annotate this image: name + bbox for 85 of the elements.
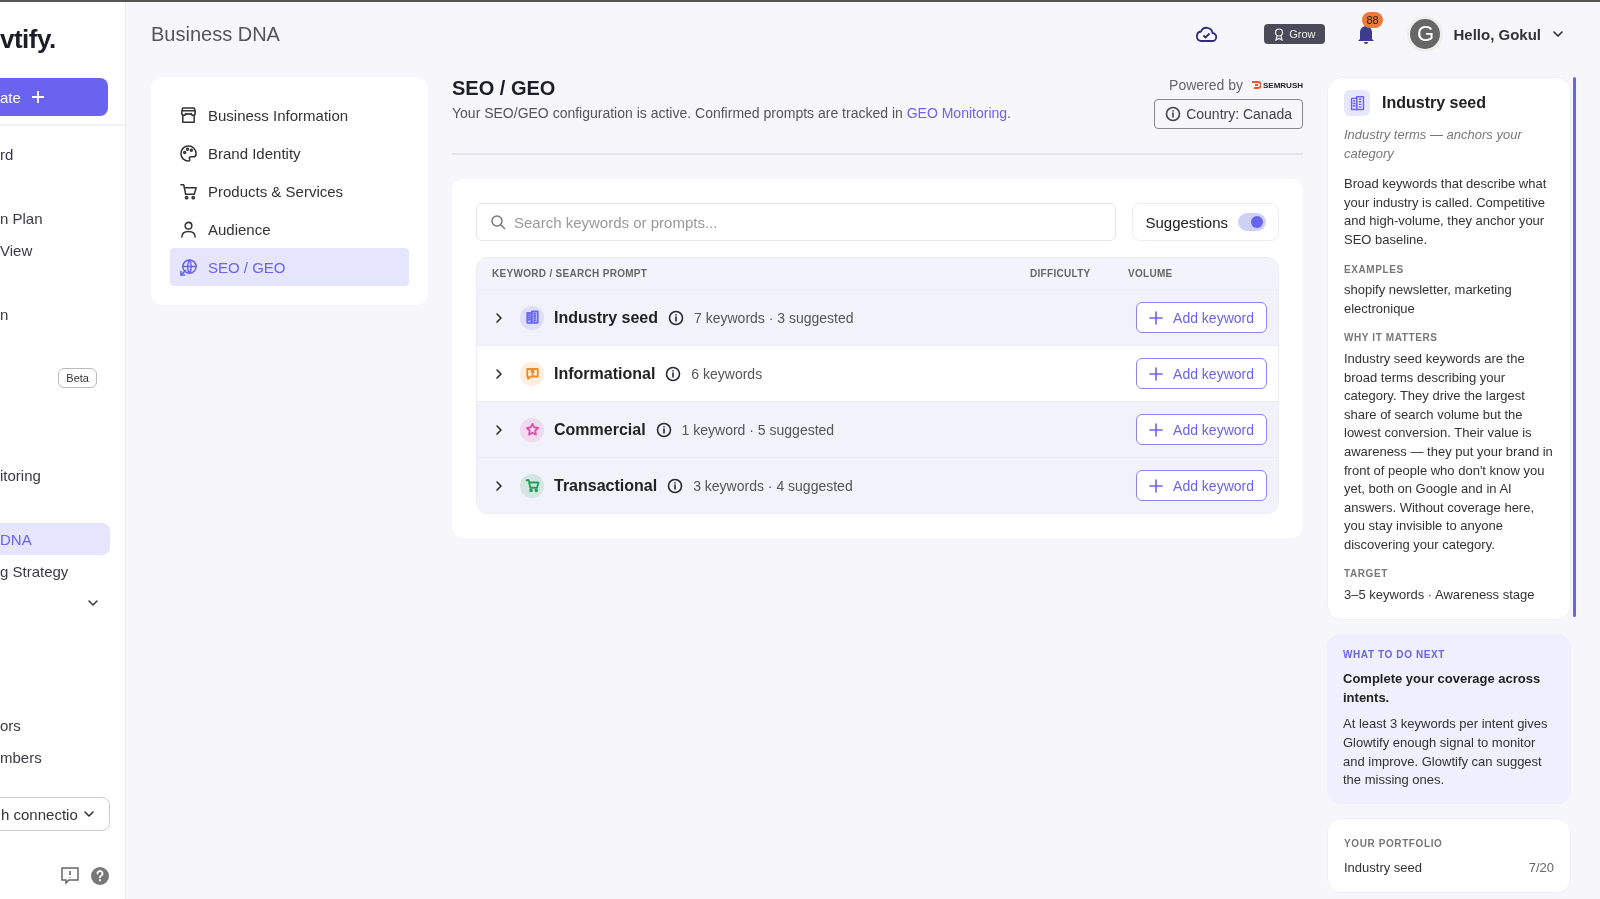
sidebar-item[interactable]: itoring (0, 459, 110, 491)
info-icon (665, 365, 682, 382)
sidebar-item[interactable]: ors (0, 709, 110, 741)
help-icon[interactable] (90, 866, 110, 886)
next-step-text: At least 3 keywords per intent gives Glowtify enough signal to monitor and improve. Glowtify can suggest the missing ones. (1343, 715, 1549, 790)
info-description: Broad keywords that describe what your industry is called. Competitive and high-volume, they anchor your SEO baseline. (1344, 175, 1548, 249)
info-title: Industry seed (1382, 93, 1487, 113)
building-icon (1348, 94, 1366, 112)
intent-name: Transactional (554, 476, 658, 495)
section-nav-item[interactable]: Brand Identity (170, 134, 409, 172)
next-step-title: Complete your coverage across intents. (1343, 670, 1542, 707)
info-heading: WHY IT MATTERS (1344, 331, 1439, 346)
sidebar-item[interactable]: g Strategy (0, 555, 110, 587)
palette-icon (179, 143, 198, 163)
suggestions-label: Suggestions (1145, 213, 1228, 231)
toggle-switch[interactable] (1238, 213, 1266, 231)
column-header: DIFFICULTY (1030, 268, 1092, 279)
keyword-count: 7 keywords · 3 suggested (694, 309, 855, 326)
flame-icon (1251, 80, 1261, 90)
sidebar-item[interactable]: DNA (0, 523, 110, 555)
plus-icon (1149, 422, 1164, 437)
add-keyword-button[interactable]: Add keyword (1136, 470, 1267, 501)
info-heading: TARGET (1344, 567, 1389, 582)
info-text: shopify newsletter, marketing electronique (1344, 281, 1513, 318)
sidebar-item[interactable]: n Plan (0, 202, 110, 234)
user-greeting[interactable]: Hello, Gokul (1453, 25, 1541, 43)
logo: vtify. (0, 24, 56, 55)
beta-badge: Beta (58, 368, 97, 388)
country-button[interactable]: Country: Canada (1154, 99, 1303, 129)
powered-by-label: Powered by (1169, 77, 1243, 93)
section-nav-item[interactable]: Business Information (170, 96, 409, 134)
search-field[interactable]: Search keywords or prompts... (476, 203, 1117, 241)
section-title: SEO / GEO (452, 77, 557, 100)
store-icon (179, 105, 198, 125)
info-text: Industry seed keywords are the broad terms describing your category. They drive the largest share of search volume but the lowest conversion. Their value is awareness — they put your brand in front of people who don't know you yet, both on Google and in AI answers. Without coverage here, you stay invisible to anyone discovering your category. (1344, 349, 1554, 554)
info-heading: EXAMPLES (1344, 262, 1405, 277)
provider-logo: SEMRUSH (1251, 80, 1303, 90)
portfolio-value: 7/20 (1528, 859, 1554, 878)
info-icon (1165, 106, 1182, 122)
geo-monitoring-link[interactable]: GEO Monitoring (906, 105, 1008, 121)
grow-button[interactable]: Grow (1264, 24, 1326, 44)
section-nav-item[interactable]: SEO / GEO (170, 248, 409, 286)
scrollbar[interactable] (1573, 77, 1576, 617)
info-text: 3–5 keywords · Awareness stage (1344, 586, 1536, 605)
plus-icon (30, 90, 45, 104)
section-nav-item[interactable]: Audience (170, 210, 409, 248)
section-description: Your SEO/GEO configuration is active. Confirmed prompts are tracked in GEO Monitoring. (452, 105, 1011, 121)
sidebar-item[interactable]: View (0, 234, 110, 266)
info-subtitle: Industry terms — anchors your category (1344, 126, 1524, 163)
connection-dropdown[interactable]: h connectio (0, 797, 110, 831)
sidebar-item[interactable]: Beta (0, 362, 110, 394)
intent-row[interactable]: Informational 6 keywords Add keyword (477, 346, 1278, 402)
next-step-heading: WHAT TO DO NEXT (1343, 647, 1446, 662)
intent-name: Informational (554, 364, 656, 383)
sidebar-item[interactable]: rd (0, 138, 110, 170)
plus-icon (1149, 366, 1164, 381)
section-nav-item[interactable]: Products & Services (170, 172, 409, 210)
portfolio-label: Industry seed (1344, 859, 1423, 878)
page-title: Business DNA (151, 22, 281, 46)
intent-name: Commercial (554, 420, 646, 439)
plus-icon (1149, 310, 1164, 325)
column-header: VOLUME (1128, 268, 1174, 279)
portfolio-heading: YOUR PORTFOLIO (1344, 836, 1444, 851)
column-header: KEYWORD / SEARCH PROMPT (492, 268, 649, 279)
keyword-count: 6 keywords (691, 365, 764, 382)
avatar[interactable]: G (1407, 16, 1444, 52)
intent-name: Industry seed (554, 308, 659, 327)
keyword-count: 3 keywords · 4 suggested (693, 477, 854, 494)
notification-count: 88 (1362, 12, 1383, 28)
feedback-icon[interactable] (60, 866, 80, 886)
sidebar-item[interactable]: n (0, 298, 110, 330)
info-icon (668, 309, 685, 326)
info-icon (655, 421, 672, 438)
info-icon (667, 477, 684, 494)
cart-icon (179, 181, 198, 201)
add-keyword-button[interactable]: Add keyword (1136, 358, 1267, 389)
keyword-count: 1 keyword · 5 suggested (681, 421, 836, 438)
award-icon (1274, 27, 1285, 41)
plus-icon (1149, 478, 1164, 493)
add-keyword-button[interactable]: Add keyword (1136, 302, 1267, 333)
sidebar-item[interactable]: mbers (0, 741, 110, 773)
person-icon (179, 219, 198, 239)
add-keyword-button[interactable]: Add keyword (1136, 414, 1267, 445)
globe-icon (179, 257, 198, 277)
create-button[interactable]: ate (0, 78, 108, 116)
